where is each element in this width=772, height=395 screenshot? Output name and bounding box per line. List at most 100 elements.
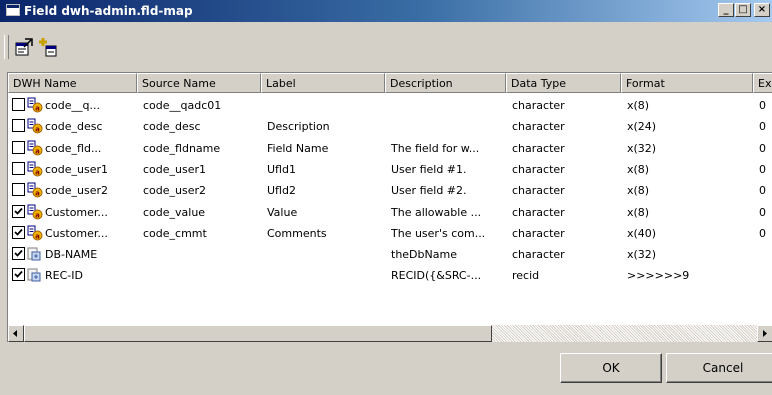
table-row[interactable]: a code_user1 code_user1 Ufld1 User field #1.… [8, 159, 772, 180]
source-name-cell: code_value [143, 205, 206, 219]
scroll-right-button[interactable] [757, 325, 772, 342]
table-row[interactable]: a Customer... code_value Value The allowable… [8, 202, 772, 223]
label-cell: Field Name [267, 141, 329, 155]
toolbar [0, 25, 772, 67]
minimize-button[interactable]: _ [718, 3, 734, 17]
description-cell: theDbName [391, 248, 457, 262]
label-cell: Description [267, 120, 330, 134]
dwh-name-cell: Customer... [45, 205, 108, 219]
arrow-right-icon [763, 330, 767, 337]
source-name-cell: code_user2 [143, 184, 207, 198]
column-header-format[interactable]: Format [621, 73, 753, 93]
table-row[interactable]: DB-NAME theDbName character x(32) [8, 244, 772, 265]
row-checkbox[interactable] [12, 247, 25, 261]
data-type-cell: character [512, 99, 565, 112]
table-row[interactable]: a code_fld... code_fldname Field Name The fi… [8, 138, 772, 159]
description-cell: The allowable ... [391, 205, 482, 219]
extent-cell: 0 [759, 205, 766, 219]
field-icon: a [27, 225, 43, 241]
source-name-cell: code_user1 [143, 162, 207, 176]
field-icon: a [27, 118, 43, 134]
data-type-cell: character [512, 248, 565, 262]
row-checkbox[interactable] [12, 98, 25, 111]
source-name-cell: code_cmmt [143, 226, 207, 240]
horizontal-scrollbar[interactable] [8, 325, 772, 342]
computed-icon [27, 267, 43, 283]
svg-text:a: a [35, 232, 40, 240]
description-cell: User field #2. [391, 184, 467, 198]
format-cell: x(32) [627, 141, 657, 155]
table-row[interactable]: a Customer... code_cmmt Comments The user's … [8, 223, 772, 244]
scroll-thumb[interactable] [24, 325, 492, 342]
row-checkbox[interactable] [12, 119, 25, 133]
title-bar[interactable]: Field dwh-admin.fld-map _ □ × [0, 0, 772, 22]
row-checkbox[interactable] [12, 268, 25, 282]
field-icon: a [27, 161, 43, 177]
table-row[interactable]: a code_user2 code_user2 Ufld2 User field #2.… [8, 180, 772, 201]
ok-button[interactable]: OK [560, 353, 662, 383]
svg-text:a: a [35, 126, 40, 134]
scroll-left-button[interactable] [8, 325, 24, 342]
dwh-name-cell: code_user2 [45, 184, 109, 198]
maximize-button[interactable]: □ [735, 3, 751, 17]
data-type-cell: recid [512, 269, 540, 283]
svg-text:a: a [35, 147, 40, 155]
dwh-name-cell: code_desc [45, 120, 103, 134]
extent-cell: 0 [759, 162, 766, 176]
extent-cell: 0 [759, 99, 766, 112]
dwh-name-cell: code__q... [45, 99, 100, 112]
row-checkbox[interactable] [12, 204, 25, 218]
extent-cell: 0 [759, 141, 766, 155]
computed-icon [27, 246, 43, 262]
cancel-button[interactable]: Cancel [666, 353, 772, 383]
column-header-dwh-name[interactable]: DWH Name [8, 73, 137, 93]
row-checkbox[interactable] [12, 140, 25, 154]
row-checkbox[interactable] [12, 161, 25, 175]
format-cell: x(8) [627, 99, 650, 112]
row-checkbox[interactable] [12, 225, 25, 239]
table-row[interactable]: a code_desc code_desc Description character x… [8, 116, 772, 137]
label-cell: Value [267, 205, 298, 219]
description-cell: RECID({&SRC-... [391, 269, 482, 283]
table-row[interactable]: REC-ID RECID({&SRC-... recid >>>>>>9 [8, 265, 772, 286]
field-icon: a [27, 97, 43, 113]
close-button[interactable]: × [754, 3, 770, 17]
toolbar-grip[interactable] [4, 35, 9, 59]
data-type-cell: character [512, 184, 565, 198]
label-cell: Comments [267, 226, 327, 240]
label-cell: Ufld2 [267, 184, 296, 198]
column-header-source-name[interactable]: Source Name [137, 73, 261, 93]
label-cell: Ufld1 [267, 162, 296, 176]
source-name-cell: code__qadc01 [143, 99, 222, 112]
arrow-left-icon [13, 330, 17, 337]
data-type-cell: character [512, 120, 565, 134]
column-header-data-type[interactable]: Data Type [506, 73, 621, 93]
format-cell: x(8) [627, 184, 650, 198]
field-icon: a [27, 204, 43, 220]
row-checkbox[interactable] [12, 183, 25, 197]
column-header-label[interactable]: Label [261, 73, 385, 93]
format-cell: x(32) [627, 248, 657, 262]
svg-text:a: a [35, 211, 40, 219]
data-type-cell: character [512, 141, 565, 155]
data-type-cell: character [512, 226, 565, 240]
extent-cell: 0 [759, 120, 766, 134]
format-cell: >>>>>>9 [627, 269, 690, 283]
window-title: Field dwh-admin.fld-map [24, 4, 193, 18]
properties-icon[interactable] [14, 37, 34, 57]
column-header-description[interactable]: Description [385, 73, 506, 93]
dwh-name-cell: code_user1 [45, 162, 109, 176]
table-row[interactable]: a code__q... code__qadc01 character x(8) 0 [8, 95, 772, 116]
field-icon: a [27, 182, 43, 198]
column-header-extent[interactable]: Ex [753, 73, 772, 93]
svg-text:a: a [35, 105, 40, 113]
field-map-grid[interactable]: DWH Name Source Name Label Description D… [7, 72, 772, 342]
source-name-cell: code_desc [143, 120, 201, 134]
window-icon [6, 4, 20, 16]
extent-cell: 0 [759, 226, 766, 240]
dwh-name-cell: Customer... [45, 226, 108, 240]
data-type-cell: character [512, 205, 565, 219]
dwh-name-cell: REC-ID [45, 269, 83, 283]
extent-cell: 0 [759, 184, 766, 198]
add-field-icon[interactable] [38, 37, 58, 57]
